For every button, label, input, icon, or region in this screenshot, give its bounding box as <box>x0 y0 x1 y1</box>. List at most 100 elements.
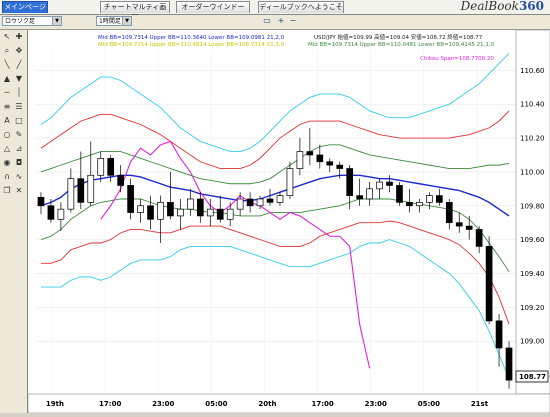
tab-order-window[interactable]: オーダーウインドー <box>176 1 250 13</box>
price-tick-label: 109.60 <box>520 236 545 244</box>
candle-body <box>445 202 453 224</box>
bb-lower-1-line <box>40 198 510 273</box>
time-tick-label: 21st <box>471 400 489 408</box>
candle-body <box>47 205 55 220</box>
bb-header-1: Mid BB=109.7314 Upper BB=110.3640 Lower … <box>98 35 285 41</box>
zoom-in-icon[interactable]: + <box>276 16 286 26</box>
candle-body <box>246 198 254 207</box>
trendline-icon[interactable]: ╲ <box>2 60 12 70</box>
drawing-tools-panel: ↖ ✚ ⌕ ✥ ╲ ╱ ▲ ▼ ─ │ ≡ ☰ A □ ○ ✎ △ ⊿ ◉ ◘ … <box>0 30 28 413</box>
triangle-icon[interactable]: △ <box>2 144 12 154</box>
candle-body <box>426 195 433 203</box>
bb-header-3: Mid BB=109.7314 Upper BB=110.0481 Lower … <box>308 42 495 48</box>
candle-body <box>77 178 85 203</box>
candle-body <box>206 208 214 217</box>
bb-lower-2-line <box>40 220 510 325</box>
candle-body <box>97 158 105 176</box>
candle-body <box>286 168 294 196</box>
candle-body <box>336 164 344 169</box>
bollinger-bands <box>40 53 510 379</box>
channel-icon[interactable]: ≡ <box>2 102 12 112</box>
text-icon[interactable]: A <box>2 116 12 126</box>
price-tick-label: 110.60 <box>520 67 545 75</box>
chikou-header: Chikou Span=108.7700 20 <box>420 56 494 62</box>
arrow-up-icon[interactable]: ▲ <box>2 74 12 84</box>
timeframe-select[interactable]: 1時間足 ▼ <box>96 16 132 26</box>
candle-body <box>346 168 354 196</box>
price-tick-label: 109.20 <box>520 304 545 312</box>
candle-body <box>137 205 144 213</box>
timeframe-value: 1時間足 <box>99 18 121 25</box>
time-tick-label: 05:00 <box>205 400 227 408</box>
price-tick-label: 110.40 <box>520 101 545 109</box>
candle-body <box>196 198 204 217</box>
candle-body <box>356 195 363 200</box>
chart-type-select[interactable]: ロウソク足 ▼ <box>2 16 62 26</box>
window-icon[interactable]: ▭ <box>262 16 272 26</box>
ellipse-icon[interactable]: ○ <box>2 130 12 140</box>
eye-icon[interactable]: ◉ <box>2 158 12 168</box>
vline-icon[interactable]: │ <box>14 88 24 98</box>
candle-body <box>67 178 75 210</box>
magnet-icon[interactable]: ∩ <box>2 172 12 182</box>
zoom-icon[interactable]: ⌕ <box>2 46 12 56</box>
pencil-icon[interactable]: ✎ <box>14 130 24 140</box>
price-tick-label: 109.40 <box>520 270 545 278</box>
price-tick-label: 109.80 <box>520 202 545 210</box>
candle-body <box>57 208 65 220</box>
gann-icon[interactable]: ⊿ <box>14 144 24 154</box>
candle-body <box>495 320 503 349</box>
price-tick-label: 110.00 <box>520 168 545 176</box>
candle-body <box>326 161 334 166</box>
time-tick-label: 23:00 <box>365 400 387 408</box>
time-tick-label: 17:00 <box>99 400 121 408</box>
current-price-label: 108.77 <box>519 373 546 381</box>
pan-icon[interactable]: ✥ <box>14 46 24 56</box>
zoom-out-icon[interactable]: − <box>288 16 298 26</box>
candle-body <box>127 185 134 213</box>
rectangle-icon[interactable]: □ <box>14 116 24 126</box>
candle-body <box>455 222 463 227</box>
candle-body <box>117 174 124 186</box>
tab-chart-multi[interactable]: チャートマルティ画面 <box>100 1 170 22</box>
candle-body <box>406 202 413 207</box>
copy-icon[interactable]: ❐ <box>2 186 12 196</box>
wave-icon[interactable]: ∿ <box>14 172 24 182</box>
logo-text: DealBook <box>460 0 519 13</box>
lock-icon[interactable]: ◘ <box>14 158 24 168</box>
candle-body <box>177 208 184 217</box>
candle-body <box>167 202 174 217</box>
bb-lower-3-line <box>40 239 510 379</box>
tab-dealbook-welcome[interactable]: ディールブックへようこそ <box>258 1 344 13</box>
chikou-span-line <box>100 140 371 369</box>
candle-body <box>157 202 164 220</box>
candle-body <box>435 195 443 203</box>
candle-body <box>37 196 45 207</box>
candle-body <box>256 198 264 207</box>
candle-body <box>316 154 324 163</box>
hline-icon[interactable]: ─ <box>2 88 12 98</box>
tab-main-page[interactable]: メインページ <box>2 1 48 13</box>
price-chart[interactable]: 110.60 110.40 110.20 110.00 109.80 109.60 109.… <box>27 29 550 414</box>
candle-body <box>475 229 483 247</box>
fibo-icon[interactable]: ☰ <box>14 102 24 112</box>
price-tick-label: 109.00 <box>520 338 545 346</box>
time-tick-label: 17:00 <box>311 400 333 408</box>
crosshair-icon[interactable]: ✚ <box>14 32 24 42</box>
ray-icon[interactable]: ╱ <box>14 60 24 70</box>
grid-lines <box>36 50 516 392</box>
delete-icon[interactable]: ✕ <box>14 186 24 196</box>
time-tick-label: 20th <box>258 400 276 408</box>
candle-body <box>226 208 234 220</box>
candle-body <box>266 198 274 203</box>
arrow-down-icon[interactable]: ▼ <box>14 74 24 84</box>
time-axis: 19th 17:00 23:00 05:00 20th 17:00 23:00 05:00 21… <box>46 400 489 408</box>
candle-body <box>147 205 154 220</box>
chart-canvas[interactable]: 110.60 110.40 110.20 110.00 109.80 109.60 109.… <box>27 29 550 414</box>
candle-body <box>107 158 115 176</box>
cursor-icon[interactable]: ↖ <box>2 32 12 42</box>
tab-bar: メインページ チャートマルティ画面 オーダーウインドー ディールブックへようこそ… <box>0 0 550 22</box>
indicator-header: Mid BB=109.7314 Upper BB=110.3640 Lower … <box>98 33 495 62</box>
candle-body <box>306 151 314 156</box>
candle-body <box>386 181 393 186</box>
